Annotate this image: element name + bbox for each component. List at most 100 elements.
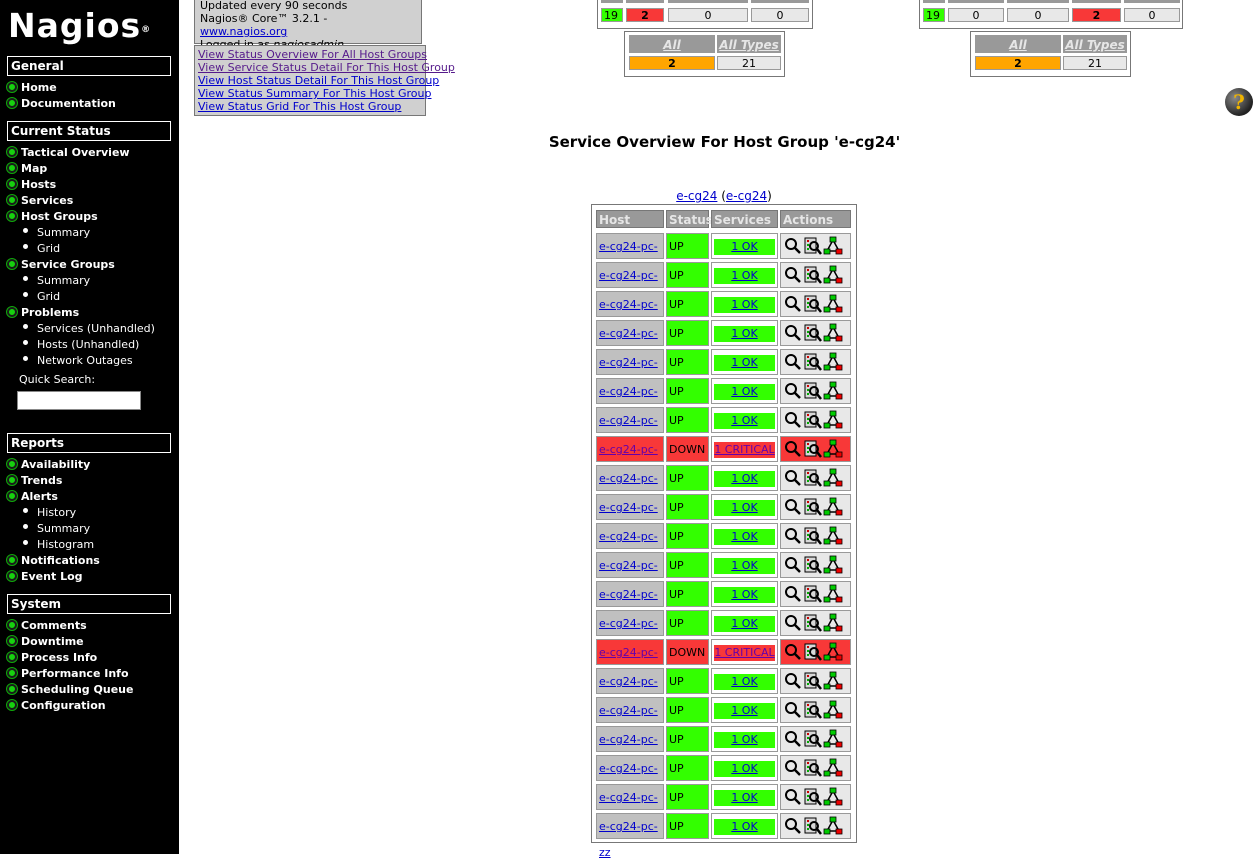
group-alias-link[interactable]: e-cg24 <box>726 189 767 203</box>
link-status-overview-all[interactable]: View Status Overview For All Host Groups <box>198 48 427 61</box>
magnifier-icon[interactable] <box>783 613 803 633</box>
magnifier-icon[interactable] <box>783 410 803 430</box>
status-map-icon[interactable] <box>823 323 843 343</box>
nav-comments[interactable]: Comments <box>7 619 87 633</box>
status-map-icon[interactable] <box>823 439 843 459</box>
magnifier-icon[interactable] <box>783 816 803 836</box>
service-detail-icon[interactable] <box>803 671 823 691</box>
services-link[interactable]: 1 OK <box>731 327 757 340</box>
services-link[interactable]: 1 OK <box>731 298 757 311</box>
nav-event-log[interactable]: Event Log <box>7 570 83 584</box>
status-map-icon[interactable] <box>823 468 843 488</box>
nav-trends[interactable]: Trends <box>7 474 62 488</box>
nav-alerts-histogram[interactable]: Histogram <box>23 538 94 552</box>
nav-service-groups[interactable]: Service Groups <box>7 258 115 272</box>
nav-host-groups-grid[interactable]: Grid <box>23 242 60 256</box>
hosts-unreachable-count[interactable]: 0 <box>668 8 748 22</box>
magnifier-icon[interactable] <box>783 497 803 517</box>
nav-notifications[interactable]: Notifications <box>7 554 100 568</box>
link-host-detail[interactable]: View Host Status Detail For This Host Gr… <box>198 74 439 87</box>
magnifier-icon[interactable] <box>783 700 803 720</box>
nav-service-groups-summary[interactable]: Summary <box>23 274 90 288</box>
hosts-pending-count[interactable]: 0 <box>751 8 809 22</box>
services-unknown-count[interactable]: 0 <box>1007 8 1069 22</box>
services-link[interactable]: 1 OK <box>731 617 757 630</box>
status-map-icon[interactable] <box>823 787 843 807</box>
nav-configuration[interactable]: Configuration <box>7 699 106 713</box>
service-all-problems-count[interactable]: 2 <box>975 56 1061 70</box>
link-status-summary[interactable]: View Status Summary For This Host Group <box>198 87 432 100</box>
service-detail-icon[interactable] <box>803 294 823 314</box>
status-map-icon[interactable] <box>823 584 843 604</box>
magnifier-icon[interactable] <box>783 294 803 314</box>
host-all-types-header[interactable]: All Types <box>717 35 781 53</box>
services-link[interactable]: 1 CRITICAL <box>714 646 774 659</box>
nav-network-outages[interactable]: Network Outages <box>23 354 133 368</box>
nav-process-info[interactable]: Process Info <box>7 651 97 665</box>
service-detail-icon[interactable] <box>803 526 823 546</box>
services-link[interactable]: 1 OK <box>731 762 757 775</box>
magnifier-icon[interactable] <box>783 642 803 662</box>
nav-problems-hosts-unhandled[interactable]: Hosts (Unhandled) <box>23 338 139 352</box>
status-map-icon[interactable] <box>823 410 843 430</box>
status-map-icon[interactable] <box>823 671 843 691</box>
nav-service-groups-grid[interactable]: Grid <box>23 290 60 304</box>
magnifier-icon[interactable] <box>783 323 803 343</box>
magnifier-icon[interactable] <box>783 758 803 778</box>
magnifier-icon[interactable] <box>783 526 803 546</box>
nav-map[interactable]: Map <box>7 162 47 176</box>
magnifier-icon[interactable] <box>783 671 803 691</box>
status-map-icon[interactable] <box>823 497 843 517</box>
services-link[interactable]: 1 OK <box>731 501 757 514</box>
service-detail-icon[interactable] <box>803 816 823 836</box>
status-map-icon[interactable] <box>823 816 843 836</box>
services-link[interactable]: 1 OK <box>731 704 757 717</box>
service-detail-icon[interactable] <box>803 700 823 720</box>
service-detail-icon[interactable] <box>803 468 823 488</box>
nav-scheduling-queue[interactable]: Scheduling Queue <box>7 683 133 697</box>
service-detail-icon[interactable] <box>803 584 823 604</box>
status-map-icon[interactable] <box>823 352 843 372</box>
magnifier-icon[interactable] <box>783 236 803 256</box>
nav-performance-info[interactable]: Performance Info <box>7 667 129 681</box>
nav-availability[interactable]: Availability <box>7 458 90 472</box>
magnifier-icon[interactable] <box>783 468 803 488</box>
services-link[interactable]: 1 OK <box>731 820 757 833</box>
status-map-icon[interactable] <box>823 700 843 720</box>
nagios-logo[interactable]: Nagios® <box>8 6 150 46</box>
status-map-icon[interactable] <box>823 236 843 256</box>
service-detail-icon[interactable] <box>803 439 823 459</box>
service-detail-icon[interactable] <box>803 555 823 575</box>
service-detail-icon[interactable] <box>803 323 823 343</box>
magnifier-icon[interactable] <box>783 352 803 372</box>
status-map-icon[interactable] <box>823 526 843 546</box>
nav-alerts-history[interactable]: History <box>23 506 76 520</box>
group-name-link[interactable]: e-cg24 <box>676 189 717 203</box>
link-status-grid[interactable]: View Status Grid For This Host Group <box>198 100 422 113</box>
magnifier-icon[interactable] <box>783 265 803 285</box>
nagios-link[interactable]: www.nagios.org <box>200 25 287 38</box>
status-map-icon[interactable] <box>823 758 843 778</box>
services-link[interactable]: 1 OK <box>731 385 757 398</box>
host-all-types-count[interactable]: 21 <box>717 56 781 70</box>
nav-alerts-summary[interactable]: Summary <box>23 522 90 536</box>
service-detail-icon[interactable] <box>803 613 823 633</box>
magnifier-icon[interactable] <box>783 584 803 604</box>
service-detail-icon[interactable] <box>803 352 823 372</box>
services-link[interactable]: 1 OK <box>731 675 757 688</box>
status-map-icon[interactable] <box>823 294 843 314</box>
services-critical-count[interactable]: 2 <box>1072 8 1121 22</box>
services-link[interactable]: 1 OK <box>731 588 757 601</box>
nav-host-groups-summary[interactable]: Summary <box>23 226 90 240</box>
service-detail-icon[interactable] <box>803 265 823 285</box>
nav-home[interactable]: Home <box>7 81 57 95</box>
magnifier-icon[interactable] <box>783 555 803 575</box>
status-map-icon[interactable] <box>823 613 843 633</box>
services-warning-count[interactable]: 0 <box>948 8 1004 22</box>
nav-tactical-overview[interactable]: Tactical Overview <box>7 146 130 160</box>
services-link[interactable]: 1 OK <box>731 791 757 804</box>
host-all-problems-header[interactable]: All Problems <box>629 35 715 70</box>
magnifier-icon[interactable] <box>783 787 803 807</box>
services-link[interactable]: 1 OK <box>731 414 757 427</box>
services-link[interactable]: 1 OK <box>731 472 757 485</box>
